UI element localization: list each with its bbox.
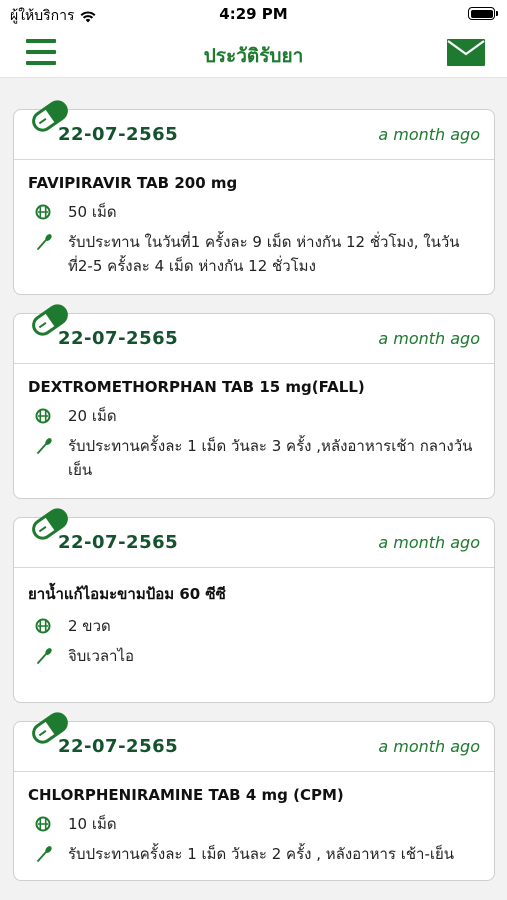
quantity-row: 50 เม็ด [28,200,480,224]
usage-row: รับประทานครั้งละ 1 เม็ด วันละ 3 ครั้ง ,ห… [28,434,480,482]
drug-name: CHLORPHENIRAMINE TAB 4 mg (CPM) [28,786,344,804]
card-body: DEXTROMETHORPHAN TAB 15 mg(FALL) 20 เม็ด [14,364,494,498]
medication-card[interactable]: 22-07-2565 a month ago ยาน้ำแก้ไอมะขามป้… [13,508,495,703]
spoon-icon [37,234,52,250]
dispense-date: 22-07-2565 [58,736,179,757]
quantity-row: 20 เม็ด [28,404,480,428]
card-body: CHLORPHENIRAMINE TAB 4 mg (CPM) 10 เม็ด [14,772,494,882]
dispense-date: 22-07-2565 [58,328,179,349]
spoon-icon [37,648,52,664]
usage-row: จิบเวลาไอ [28,644,480,668]
tablet-icon [35,816,51,832]
card-header: 22-07-2565 a month ago [14,110,494,160]
quantity-text: 2 ขวด [68,617,111,635]
envelope-icon[interactable] [447,39,485,66]
battery-icon [468,7,498,20]
usage-row: รับประทาน ในวันที่1 ครั้งละ 9 เม็ด ห่างก… [28,230,480,278]
card-header: 22-07-2565 a month ago [14,722,494,772]
relative-time: a month ago [378,533,480,552]
usage-instructions: รับประทานครั้งละ 1 เม็ด วันละ 3 ครั้ง ,ห… [68,437,473,479]
card-body: ยาน้ำแก้ไอมะขามป้อม 60 ซีซี 2 ขวด จิบเวล… [14,568,494,684]
quantity-text: 20 เม็ด [68,407,117,425]
tablet-icon [35,204,51,220]
relative-time: a month ago [378,329,480,348]
quantity-row: 10 เม็ด [28,812,480,836]
medication-card[interactable]: 22-07-2565 a month ago DEXTROMETHORPHAN … [13,304,495,499]
medication-card[interactable]: 22-07-2565 a month ago FAVIPIRAVIR TAB 2… [13,100,495,295]
usage-instructions: จิบเวลาไอ [68,647,135,665]
tablet-icon [35,618,51,634]
spoon-icon [37,846,52,862]
tablet-icon [35,408,51,424]
usage-row: รับประทานครั้งละ 1 เม็ด วันละ 2 ครั้ง , … [28,842,480,866]
quantity-text: 50 เม็ด [68,203,117,221]
spoon-icon [37,438,52,454]
card-header: 22-07-2565 a month ago [14,314,494,364]
status-bar: ผู้ให้บริการ 4:29 PM [0,0,507,28]
quantity-row: 2 ขวด [28,614,480,638]
drug-name: ยาน้ำแก้ไอมะขามป้อม 60 ซีซี [28,585,226,603]
usage-instructions: รับประทาน ในวันที่1 ครั้งละ 9 เม็ด ห่างก… [68,233,460,275]
nav-bar: ประวัติรับยา [0,28,507,78]
relative-time: a month ago [378,737,480,756]
usage-instructions: รับประทานครั้งละ 1 เม็ด วันละ 2 ครั้ง , … [68,845,455,863]
page-title: ประวัติรับยา [203,45,304,67]
medication-card[interactable]: 22-07-2565 a month ago CHLORPHENIRAMINE … [13,712,495,882]
dispense-date: 22-07-2565 [58,124,179,145]
quantity-text: 10 เม็ด [68,815,117,833]
relative-time: a month ago [378,125,480,144]
dispense-date: 22-07-2565 [58,532,179,553]
drug-name: DEXTROMETHORPHAN TAB 15 mg(FALL) [28,378,365,396]
status-time: 4:29 PM [219,5,288,23]
card-body: FAVIPIRAVIR TAB 200 mg 50 เม็ด รับประทาน… [14,160,494,294]
card-header: 22-07-2565 a month ago [14,518,494,568]
drug-name: FAVIPIRAVIR TAB 200 mg [28,174,238,192]
